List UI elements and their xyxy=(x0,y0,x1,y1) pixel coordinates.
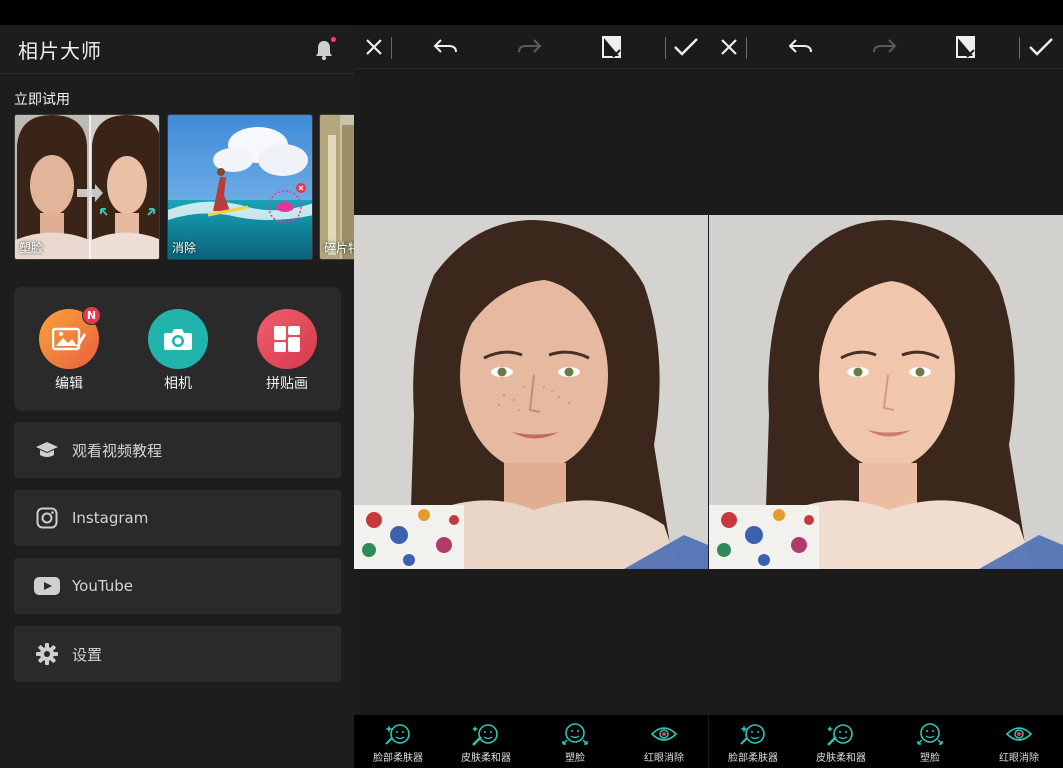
menu-label: 观看视频教程 xyxy=(72,441,163,460)
editor-toolbar xyxy=(354,25,708,69)
menu-settings[interactable]: 设置 xyxy=(14,626,341,682)
edit-tool-button[interactable]: N 编辑 xyxy=(38,306,101,393)
tool-red-eye[interactable]: 红眼消除 xyxy=(620,721,708,764)
tool-face-reshape[interactable]: 塑脸 xyxy=(531,721,619,764)
redo-icon[interactable] xyxy=(515,33,543,61)
graduation-cap-icon xyxy=(34,437,60,463)
editor-bottom-toolbar: 脸部柔肤器 皮肤柔和器 塑脸 红眼消除 xyxy=(354,715,708,768)
new-badge: N xyxy=(82,306,101,325)
face-brush-icon xyxy=(442,721,530,747)
youtube-icon xyxy=(34,573,60,599)
close-icon[interactable] xyxy=(715,33,743,61)
tool-skin-soften[interactable]: 皮肤柔和器 xyxy=(797,721,885,764)
face-reshape-icon xyxy=(531,721,619,747)
camera-icon xyxy=(148,309,208,369)
home-pane: 相片大师 立即试用 塑脸 消除 碎片 N 编辑 相机 拼贴画 观看视频教程 In… xyxy=(0,25,354,768)
tool-label: 红眼消除 xyxy=(999,753,1039,764)
notification-bell-icon[interactable] xyxy=(314,37,336,61)
tool-red-eye[interactable]: 红眼消除 xyxy=(975,721,1063,764)
edit-label: 编辑 xyxy=(55,376,83,392)
editor-pane-before: 脸部柔肤器 皮肤柔和器 塑脸 红眼消除 xyxy=(354,25,708,768)
tool-label: 脸部柔肤器 xyxy=(728,753,778,764)
status-bar xyxy=(0,0,1063,25)
face-brush-icon xyxy=(797,721,885,747)
portrait-retouched xyxy=(709,215,1063,569)
tool-label: 红眼消除 xyxy=(644,753,684,764)
menu-label: 设置 xyxy=(72,645,103,664)
tool-face-soften[interactable]: 脸部柔肤器 xyxy=(709,721,797,764)
tool-label: 塑脸 xyxy=(565,753,585,764)
collage-icon xyxy=(257,309,317,369)
toolbar-divider xyxy=(665,37,666,59)
try-card-fragment[interactable]: 碎片特 xyxy=(319,114,354,260)
photo-canvas-original[interactable] xyxy=(354,215,708,569)
menu-instagram[interactable]: Instagram xyxy=(14,490,341,546)
try-card-label: 塑脸 xyxy=(19,241,44,255)
try-card-remove[interactable]: 消除 xyxy=(167,114,313,260)
tool-face-reshape[interactable]: 塑脸 xyxy=(886,721,974,764)
editor-bottom-toolbar: 脸部柔肤器 皮肤柔和器 塑脸 红眼消除 xyxy=(709,715,1063,768)
apply-check-icon[interactable] xyxy=(1027,33,1055,61)
toolbar-divider xyxy=(391,37,392,59)
compare-icon[interactable] xyxy=(952,33,980,61)
redo-icon[interactable] xyxy=(870,33,898,61)
eye-icon xyxy=(620,721,708,747)
collage-label: 拼贴画 xyxy=(266,376,308,392)
try-now-title: 立即试用 xyxy=(14,92,70,108)
notification-dot xyxy=(331,37,336,42)
portrait-original xyxy=(354,215,708,569)
app-header: 相片大师 xyxy=(0,25,354,74)
menu-label: YouTube xyxy=(72,577,133,595)
collage-tool-button[interactable]: 拼贴画 xyxy=(256,309,318,393)
menu-video-tutorial[interactable]: 观看视频教程 xyxy=(14,422,341,478)
face-sparkle-icon xyxy=(354,721,442,747)
undo-icon[interactable] xyxy=(787,33,815,61)
main-tools-panel: N 编辑 相机 拼贴画 xyxy=(14,287,341,411)
face-sparkle-icon xyxy=(709,721,797,747)
gear-icon xyxy=(34,641,60,667)
tool-label: 塑脸 xyxy=(920,753,940,764)
try-now-carousel[interactable]: 塑脸 消除 碎片 xyxy=(14,114,354,262)
toolbar-divider xyxy=(746,37,747,59)
camera-label: 相机 xyxy=(164,376,192,392)
instagram-icon xyxy=(34,505,60,531)
tool-label: 脸部柔肤器 xyxy=(373,753,423,764)
face-reshape-icon xyxy=(886,721,974,747)
app-title: 相片大师 xyxy=(18,38,102,63)
try-card-label: 碎片特 xyxy=(324,241,354,255)
close-icon[interactable] xyxy=(360,33,388,61)
menu-label: Instagram xyxy=(72,509,149,527)
try-card-reshape[interactable]: 塑脸 xyxy=(14,114,160,260)
edit-icon: N xyxy=(39,306,101,369)
tool-label: 皮肤柔和器 xyxy=(461,753,511,764)
undo-icon[interactable] xyxy=(432,33,460,61)
compare-icon[interactable] xyxy=(598,33,626,61)
tool-label: 皮肤柔和器 xyxy=(816,753,866,764)
tool-face-soften[interactable]: 脸部柔肤器 xyxy=(354,721,442,764)
photo-canvas-retouched[interactable] xyxy=(709,215,1063,569)
toolbar-divider xyxy=(1019,37,1020,59)
tool-skin-soften[interactable]: 皮肤柔和器 xyxy=(442,721,530,764)
camera-tool-button[interactable]: 相机 xyxy=(147,309,209,393)
eye-icon xyxy=(975,721,1063,747)
try-card-label: 消除 xyxy=(172,241,197,255)
editor-pane-after: 脸部柔肤器 皮肤柔和器 塑脸 红眼消除 xyxy=(709,25,1063,768)
apply-check-icon[interactable] xyxy=(672,33,700,61)
menu-youtube[interactable]: YouTube xyxy=(14,558,341,614)
editor-toolbar xyxy=(709,25,1063,69)
